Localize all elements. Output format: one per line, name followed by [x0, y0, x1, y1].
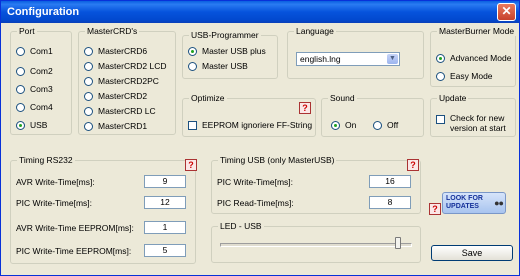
pic-write-time-eeprom-input[interactable]: 5 — [144, 244, 186, 257]
port-group: Port Com1 Com2 Com3 Com4 USB — [10, 26, 72, 135]
radio-icon[interactable] — [84, 46, 93, 56]
help-icon[interactable]: ? — [429, 203, 441, 215]
look-for-updates-line2: UPDATES — [446, 203, 479, 210]
radio-icon[interactable] — [373, 120, 382, 130]
language-select[interactable]: english.lng ▼ — [296, 52, 400, 66]
port-option-com2[interactable]: Com2 — [16, 66, 53, 76]
optimize-group-label: Optimize — [189, 93, 227, 103]
mastercrd-option[interactable]: MasterCRD2 — [84, 91, 147, 101]
avr-write-time-input[interactable]: 9 — [144, 175, 186, 188]
sound-group-label: Sound — [328, 93, 357, 103]
usb-pic-read-time-input[interactable]: 8 — [369, 196, 411, 209]
usb-pic-write-time-input[interactable]: 16 — [369, 175, 411, 188]
pic-write-time-label: PIC Write-Time[ms]: — [16, 198, 93, 208]
timing-usb-group-label: Timing USB (only MasterUSB) — [218, 155, 337, 165]
radio-icon[interactable] — [16, 46, 25, 56]
radio-icon[interactable] — [16, 102, 25, 112]
checkbox-icon[interactable] — [188, 120, 197, 130]
language-group: Language english.lng ▼ — [287, 26, 424, 79]
port-option-com3[interactable]: Com3 — [16, 84, 53, 94]
configuration-window: Configuration ✕ Port Com1 Com2 Com3 Com4… — [0, 0, 520, 276]
window-title: Configuration — [7, 6, 80, 18]
usb-pic-read-time-label: PIC Read-Time[ms]: — [217, 198, 294, 208]
help-icon[interactable]: ? — [407, 159, 419, 171]
mastercrd-option[interactable]: MasterCRD1 — [84, 121, 147, 131]
usb-pic-write-time-label: PIC Write-Time[ms]: — [217, 177, 294, 187]
radio-icon[interactable] — [84, 91, 93, 101]
pic-write-time-input[interactable]: 12 — [144, 196, 186, 209]
optimize-group: Optimize ? EEPROM ignoriere FF-String — [182, 93, 316, 137]
help-icon[interactable]: ? — [185, 159, 197, 171]
radio-selected-icon[interactable] — [331, 120, 340, 130]
chevron-down-icon[interactable]: ▼ — [387, 54, 398, 64]
timing-rs232-group-label: Timing RS232 — [17, 155, 75, 165]
update-check-label-line2: version at start — [450, 123, 506, 133]
close-button[interactable]: ✕ — [497, 3, 516, 21]
update-group-label: Update — [437, 93, 469, 103]
usb-programmer-option-plus[interactable]: Master USB plus — [188, 46, 266, 56]
title-bar[interactable]: Configuration ✕ — [1, 1, 519, 23]
radio-icon[interactable] — [84, 121, 93, 131]
avr-write-time-label: AVR Write-Time[ms]: — [16, 177, 95, 187]
language-select-value: english.lng — [300, 54, 341, 64]
sound-group: Sound On Off — [321, 93, 424, 137]
radio-selected-icon[interactable] — [188, 46, 197, 56]
mastercrd-option[interactable]: MasterCRD6 — [84, 46, 147, 56]
timing-usb-group: Timing USB (only MasterUSB) ? PIC Write-… — [211, 155, 421, 214]
optimize-eeprom-checkbox[interactable]: EEPROM ignoriere FF-String — [188, 120, 312, 130]
sound-option-off[interactable]: Off — [373, 120, 398, 130]
radio-icon[interactable] — [84, 106, 93, 116]
update-check-label-line1: Check for new — [450, 113, 505, 123]
mode-option-easy[interactable]: Easy Mode — [436, 71, 493, 81]
led-usb-group: LED - USB — [211, 221, 421, 263]
mastercrds-group-label: MasterCRD's — [85, 26, 140, 36]
radio-icon[interactable] — [16, 84, 25, 94]
pic-write-time-eeprom-label: PIC Write-Time EEPROM[ms]: — [16, 246, 132, 256]
led-usb-group-label: LED - USB — [218, 221, 264, 231]
masterburner-mode-group: MasterBurner Mode Advanced Mode Easy Mod… — [430, 26, 517, 87]
radio-selected-icon[interactable] — [436, 53, 445, 63]
usb-programmer-group-label: USB-Programmer — [189, 30, 261, 40]
radio-icon[interactable] — [436, 71, 445, 81]
help-icon[interactable]: ? — [299, 102, 311, 114]
masterburner-mode-group-label: MasterBurner Mode — [437, 26, 517, 36]
usb-programmer-option-master[interactable]: Master USB — [188, 61, 248, 71]
mode-option-advanced[interactable]: Advanced Mode — [436, 53, 511, 63]
avr-write-time-eeprom-label: AVR Write-Time EEPROM[ms]: — [16, 223, 134, 233]
usb-programmer-group: USB-Programmer Master USB plus Master US… — [182, 30, 278, 79]
checkbox-icon[interactable] — [436, 115, 445, 124]
language-group-label: Language — [294, 26, 336, 36]
mastercrds-group: MasterCRD's MasterCRD6 MasterCRD2 LCD Ma… — [78, 26, 176, 135]
mastercrd-option[interactable]: MasterCRD LC — [84, 106, 156, 116]
look-for-updates-button[interactable]: LOOK FOR UPDATES ●● — [442, 192, 506, 214]
sound-option-on[interactable]: On — [331, 120, 356, 130]
radio-icon[interactable] — [84, 76, 93, 86]
timing-rs232-group: Timing RS232 ? AVR Write-Time[ms]: 9 PIC… — [10, 155, 197, 264]
led-usb-slider-thumb[interactable] — [394, 237, 401, 249]
port-option-com1[interactable]: Com1 — [16, 46, 53, 56]
save-button[interactable]: Save — [431, 245, 513, 261]
binoculars-icon: ●● — [494, 198, 504, 208]
avr-write-time-eeprom-input[interactable]: 1 — [144, 221, 186, 234]
port-option-com4[interactable]: Com4 — [16, 102, 53, 112]
radio-icon[interactable] — [16, 66, 25, 76]
update-group: Update Check for new version at start — [430, 93, 516, 137]
port-group-label: Port — [17, 26, 37, 36]
look-for-updates-line1: LOOK FOR — [446, 195, 483, 202]
radio-selected-icon[interactable] — [16, 120, 25, 130]
led-usb-slider-track[interactable] — [220, 243, 412, 247]
mastercrd-option[interactable]: MasterCRD2PC — [84, 76, 159, 86]
port-option-usb[interactable]: USB — [16, 120, 47, 130]
update-check-checkbox[interactable]: Check for new version at start — [436, 113, 506, 133]
radio-icon[interactable] — [188, 61, 197, 71]
mastercrd-option[interactable]: MasterCRD2 LCD — [84, 61, 167, 71]
radio-icon[interactable] — [84, 61, 93, 71]
